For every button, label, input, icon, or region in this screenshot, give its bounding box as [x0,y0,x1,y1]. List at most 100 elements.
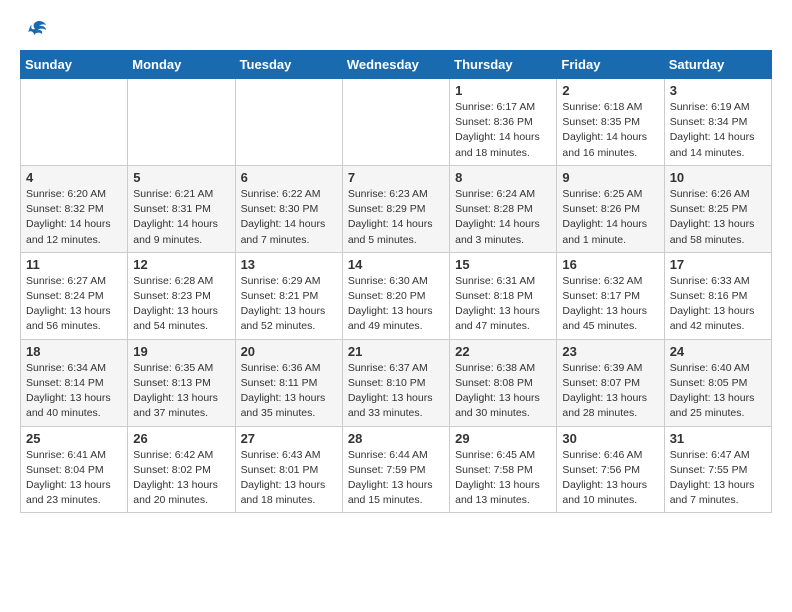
calendar-cell: 29 Sunrise: 6:45 AMSunset: 7:58 PMDayligh… [450,426,557,513]
calendar-cell: 17Sunrise: 6:33 AMSunset: 8:16 PMDayligh… [664,252,771,339]
calendar-cell: 6 Sunrise: 6:22 AMSunset: 8:30 PMDaylight… [235,165,342,252]
calendar-week-row: 11Sunrise: 6:27 AMSunset: 8:24 PMDayligh… [21,252,772,339]
weekday-header-row: SundayMondayTuesdayWednesdayThursdayFrid… [21,51,772,79]
day-info: Sunrise: 6:20 AMSunset: 8:32 PMDaylight:… [26,187,122,248]
calendar-cell: 1Sunrise: 6:17 AMSunset: 8:36 PMDaylight… [450,79,557,166]
day-info: Sunrise: 6:24 AMSunset: 8:28 PMDaylight:… [455,187,551,248]
calendar-cell: 4 Sunrise: 6:20 AMSunset: 8:32 PMDaylight… [21,165,128,252]
calendar-cell [235,79,342,166]
day-info: Sunrise: 6:19 AMSunset: 8:34 PMDaylight:… [670,100,766,161]
day-number: 6 [241,170,337,185]
weekday-header-wednesday: Wednesday [342,51,449,79]
weekday-header-saturday: Saturday [664,51,771,79]
day-number: 23 [562,344,658,359]
day-info: Sunrise: 6:41 AMSunset: 8:04 PMDaylight:… [26,448,122,509]
calendar-cell: 21 Sunrise: 6:37 AMSunset: 8:10 PMDayligh… [342,339,449,426]
day-info: Sunrise: 6:30 AMSunset: 8:20 PMDaylight:… [348,274,444,335]
day-info: Sunrise: 6:23 AMSunset: 8:29 PMDaylight:… [348,187,444,248]
day-number: 30 [562,431,658,446]
weekday-header-tuesday: Tuesday [235,51,342,79]
calendar-cell: 25 Sunrise: 6:41 AMSunset: 8:04 PMDayligh… [21,426,128,513]
day-number: 11 [26,257,122,272]
calendar-cell [128,79,235,166]
day-number: 28 [348,431,444,446]
day-number: 29 [455,431,551,446]
day-number: 18 [26,344,122,359]
calendar-week-row: 18 Sunrise: 6:34 AMSunset: 8:14 PMDayligh… [21,339,772,426]
calendar-week-row: 4 Sunrise: 6:20 AMSunset: 8:32 PMDaylight… [21,165,772,252]
logo-bird-icon [24,20,48,42]
calendar-cell: 23Sunrise: 6:39 AMSunset: 8:07 PMDayligh… [557,339,664,426]
day-info: Sunrise: 6:31 AMSunset: 8:18 PMDaylight:… [455,274,551,335]
calendar-cell: 24Sunrise: 6:40 AMSunset: 8:05 PMDayligh… [664,339,771,426]
calendar-cell: 5 Sunrise: 6:21 AMSunset: 8:31 PMDaylight… [128,165,235,252]
calendar-cell: 31Sunrise: 6:47 AMSunset: 7:55 PMDayligh… [664,426,771,513]
day-number: 22 [455,344,551,359]
calendar-cell: 22 Sunrise: 6:38 AMSunset: 8:08 PMDayligh… [450,339,557,426]
day-info: Sunrise: 6:46 AMSunset: 7:56 PMDaylight:… [562,448,658,509]
day-info: Sunrise: 6:25 AMSunset: 8:26 PMDaylight:… [562,187,658,248]
calendar-cell: 2 Sunrise: 6:18 AMSunset: 8:35 PMDaylight… [557,79,664,166]
calendar-cell: 19 Sunrise: 6:35 AMSunset: 8:13 PMDayligh… [128,339,235,426]
calendar-cell [342,79,449,166]
day-info: Sunrise: 6:32 AMSunset: 8:17 PMDaylight:… [562,274,658,335]
day-info: Sunrise: 6:44 AMSunset: 7:59 PMDaylight:… [348,448,444,509]
day-number: 10 [670,170,766,185]
calendar-cell: 12 Sunrise: 6:28 AMSunset: 8:23 PMDayligh… [128,252,235,339]
day-info: Sunrise: 6:37 AMSunset: 8:10 PMDaylight:… [348,361,444,422]
day-number: 2 [562,83,658,98]
day-number: 26 [133,431,229,446]
day-number: 21 [348,344,444,359]
calendar-cell: 9 Sunrise: 6:25 AMSunset: 8:26 PMDaylight… [557,165,664,252]
day-info: Sunrise: 6:29 AMSunset: 8:21 PMDaylight:… [241,274,337,335]
calendar-header: SundayMondayTuesdayWednesdayThursdayFrid… [21,51,772,79]
calendar-cell: 14 Sunrise: 6:30 AMSunset: 8:20 PMDayligh… [342,252,449,339]
calendar-cell: 10Sunrise: 6:26 AMSunset: 8:25 PMDayligh… [664,165,771,252]
page-header [20,16,772,42]
calendar-cell: 16 Sunrise: 6:32 AMSunset: 8:17 PMDayligh… [557,252,664,339]
calendar-cell: 26 Sunrise: 6:42 AMSunset: 8:02 PMDayligh… [128,426,235,513]
weekday-header-thursday: Thursday [450,51,557,79]
day-number: 25 [26,431,122,446]
day-info: Sunrise: 6:28 AMSunset: 8:23 PMDaylight:… [133,274,229,335]
calendar-cell: 8 Sunrise: 6:24 AMSunset: 8:28 PMDaylight… [450,165,557,252]
day-info: Sunrise: 6:18 AMSunset: 8:35 PMDaylight:… [562,100,658,161]
day-info: Sunrise: 6:36 AMSunset: 8:11 PMDaylight:… [241,361,337,422]
day-number: 15 [455,257,551,272]
day-info: Sunrise: 6:40 AMSunset: 8:05 PMDaylight:… [670,361,766,422]
calendar-cell: 20Sunrise: 6:36 AMSunset: 8:11 PMDayligh… [235,339,342,426]
weekday-header-monday: Monday [128,51,235,79]
calendar-cell: 28 Sunrise: 6:44 AMSunset: 7:59 PMDayligh… [342,426,449,513]
calendar-cell: 30 Sunrise: 6:46 AMSunset: 7:56 PMDayligh… [557,426,664,513]
calendar-table: SundayMondayTuesdayWednesdayThursdayFrid… [20,50,772,513]
day-info: Sunrise: 6:35 AMSunset: 8:13 PMDaylight:… [133,361,229,422]
calendar-week-row: 25 Sunrise: 6:41 AMSunset: 8:04 PMDayligh… [21,426,772,513]
day-number: 5 [133,170,229,185]
day-number: 4 [26,170,122,185]
day-info: Sunrise: 6:42 AMSunset: 8:02 PMDaylight:… [133,448,229,509]
calendar-cell: 13Sunrise: 6:29 AMSunset: 8:21 PMDayligh… [235,252,342,339]
day-number: 12 [133,257,229,272]
calendar-cell [21,79,128,166]
day-info: Sunrise: 6:45 AMSunset: 7:58 PMDaylight:… [455,448,551,509]
day-number: 14 [348,257,444,272]
weekday-header-friday: Friday [557,51,664,79]
day-number: 8 [455,170,551,185]
day-info: Sunrise: 6:34 AMSunset: 8:14 PMDaylight:… [26,361,122,422]
day-info: Sunrise: 6:43 AMSunset: 8:01 PMDaylight:… [241,448,337,509]
calendar-week-row: 1Sunrise: 6:17 AMSunset: 8:36 PMDaylight… [21,79,772,166]
day-number: 9 [562,170,658,185]
day-number: 27 [241,431,337,446]
calendar-cell: 3Sunrise: 6:19 AMSunset: 8:34 PMDaylight… [664,79,771,166]
day-info: Sunrise: 6:38 AMSunset: 8:08 PMDaylight:… [455,361,551,422]
weekday-header-sunday: Sunday [21,51,128,79]
day-info: Sunrise: 6:22 AMSunset: 8:30 PMDaylight:… [241,187,337,248]
logo [20,20,48,42]
day-info: Sunrise: 6:21 AMSunset: 8:31 PMDaylight:… [133,187,229,248]
day-number: 19 [133,344,229,359]
calendar-cell: 18 Sunrise: 6:34 AMSunset: 8:14 PMDayligh… [21,339,128,426]
calendar-cell: 11Sunrise: 6:27 AMSunset: 8:24 PMDayligh… [21,252,128,339]
day-info: Sunrise: 6:17 AMSunset: 8:36 PMDaylight:… [455,100,551,161]
calendar-cell: 15 Sunrise: 6:31 AMSunset: 8:18 PMDayligh… [450,252,557,339]
day-number: 16 [562,257,658,272]
